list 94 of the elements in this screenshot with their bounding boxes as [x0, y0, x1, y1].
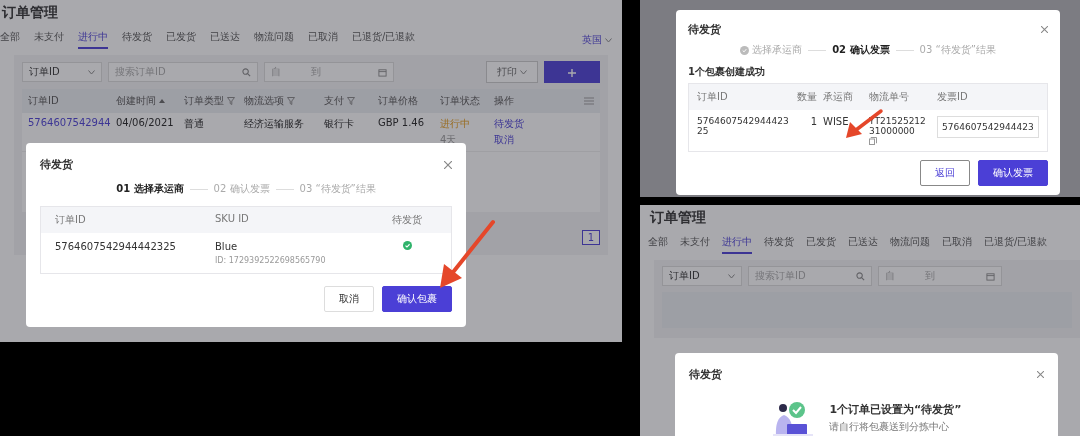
- column-header: 待发货: [391, 213, 423, 227]
- back-button[interactable]: 返回: [920, 160, 970, 186]
- chevron-icon: [520, 70, 527, 75]
- table-cell: 576460754294442325: [697, 116, 789, 136]
- step: 03 “待发货”结果: [299, 182, 376, 196]
- tab[interactable]: 待发货: [764, 235, 794, 254]
- check-icon: [740, 45, 750, 55]
- print-button[interactable]: 打印: [485, 61, 538, 83]
- tab[interactable]: 未支付: [34, 30, 64, 49]
- filter-icon[interactable]: [347, 97, 355, 105]
- tab[interactable]: 已发货: [166, 30, 196, 49]
- step: 02 确认发票: [213, 182, 270, 196]
- step: 02 确认发票: [832, 43, 890, 57]
- filter-icon[interactable]: [227, 97, 235, 105]
- copy-icon[interactable]: [869, 137, 877, 145]
- filter-icon[interactable]: [287, 97, 295, 105]
- field-select[interactable]: 订单ID: [22, 62, 102, 82]
- column-header: 订单类型: [184, 94, 224, 108]
- tab[interactable]: 进行中: [722, 235, 752, 254]
- order-id-link[interactable]: 5764607542944: [28, 117, 116, 128]
- step: 选择承运商: [740, 43, 803, 57]
- column-header: 承运商: [823, 90, 854, 104]
- column-header: 物流单号: [869, 90, 910, 104]
- tab[interactable]: 全部: [648, 235, 668, 254]
- page-title: 订单管理: [0, 3, 59, 22]
- tab[interactable]: 已送达: [210, 30, 240, 49]
- plus-icon: [568, 68, 576, 77]
- close-icon[interactable]: [444, 160, 452, 169]
- tab[interactable]: 物流问题: [890, 235, 930, 254]
- column-header: 支付: [324, 94, 344, 108]
- field-select[interactable]: 订单ID: [662, 266, 742, 286]
- calendar-icon: [378, 67, 387, 77]
- calendar-icon: [986, 271, 995, 281]
- step: 01 选择承运商: [116, 182, 184, 196]
- chevron-icon: [728, 273, 735, 279]
- column-header: 物流选项: [244, 94, 284, 108]
- page-button[interactable]: 1: [581, 230, 600, 245]
- column-header: 订单价格: [378, 94, 418, 108]
- column-header: 订单ID: [55, 213, 87, 227]
- action-link[interactable]: 取消: [494, 133, 544, 147]
- tab[interactable]: 已退货/已退款: [352, 30, 416, 49]
- sort-icon[interactable]: [159, 99, 165, 103]
- dialog-title: 待发货: [689, 367, 722, 382]
- table-cell-text: 04/06/2021: [116, 117, 175, 128]
- column-header: 操作: [494, 94, 514, 108]
- step: 03 “待发货”结果: [919, 43, 996, 57]
- close-icon[interactable]: [1037, 371, 1044, 378]
- table-cell-text: 5764607542944442325: [55, 241, 177, 252]
- column-header: 创建时间: [116, 94, 156, 108]
- dialog-title: 待发货: [688, 22, 721, 37]
- sku-name: Blue: [215, 241, 239, 252]
- table-cell-text: 普通: [184, 117, 205, 131]
- tab[interactable]: 已送达: [848, 235, 878, 254]
- result-hint: 请自行将包裹送到分拣中心: [829, 420, 951, 434]
- tab[interactable]: 已取消: [308, 30, 338, 49]
- status-text: 进行中: [440, 117, 471, 131]
- create-button[interactable]: [544, 61, 600, 83]
- tab[interactable]: 已发货: [806, 235, 836, 254]
- table-cell-text: 1: [809, 116, 817, 127]
- region-select[interactable]: 英国: [581, 32, 612, 47]
- action-link[interactable]: 待发货: [494, 117, 544, 131]
- success-message: 1个包裹创建成功: [688, 65, 766, 79]
- tab[interactable]: 进行中: [78, 30, 108, 49]
- table-cell-text: GBP 1.46: [378, 117, 426, 128]
- confirm-button[interactable]: 确认包裹: [382, 286, 452, 312]
- column-header: 发票ID: [937, 90, 969, 104]
- tab[interactable]: 待发货: [122, 30, 152, 49]
- tab[interactable]: 已取消: [942, 235, 972, 254]
- tab[interactable]: 物流问题: [254, 30, 294, 49]
- close-icon[interactable]: [1041, 26, 1048, 33]
- tab[interactable]: 已退货/已退款: [984, 235, 1048, 254]
- tab[interactable]: 未支付: [680, 235, 710, 254]
- column-header: 订单ID: [28, 94, 59, 108]
- confirm-button[interactable]: 确认发票: [978, 160, 1048, 186]
- chevron-icon: [88, 69, 95, 75]
- cancel-button[interactable]: 取消: [324, 286, 374, 312]
- column-header: 订单ID: [697, 90, 729, 104]
- search-icon: [856, 271, 865, 281]
- invoice-id-field[interactable]: 5764607542944423: [937, 116, 1039, 138]
- tab[interactable]: 全部: [0, 30, 20, 49]
- column-header: SKU ID: [215, 213, 250, 226]
- table-cell-text: WISE: [823, 116, 850, 127]
- chevron-icon: [605, 37, 612, 43]
- sku-id: ID: 1729392522698565790: [215, 256, 327, 265]
- page-title: 订单管理: [648, 208, 707, 227]
- column-header: 订单状态: [440, 94, 480, 108]
- table-cell-text: 银行卡: [324, 117, 355, 131]
- table-cell-text: 经济运输服务: [244, 117, 305, 131]
- dialog-title: 待发货: [40, 157, 73, 172]
- column-header: 数量: [796, 90, 817, 104]
- result-message: 1个订单已设置为“待发货”: [829, 402, 962, 417]
- arrow: [438, 218, 498, 290]
- tracking-number: YT2152521231000000: [869, 116, 927, 136]
- search-icon: [242, 67, 251, 77]
